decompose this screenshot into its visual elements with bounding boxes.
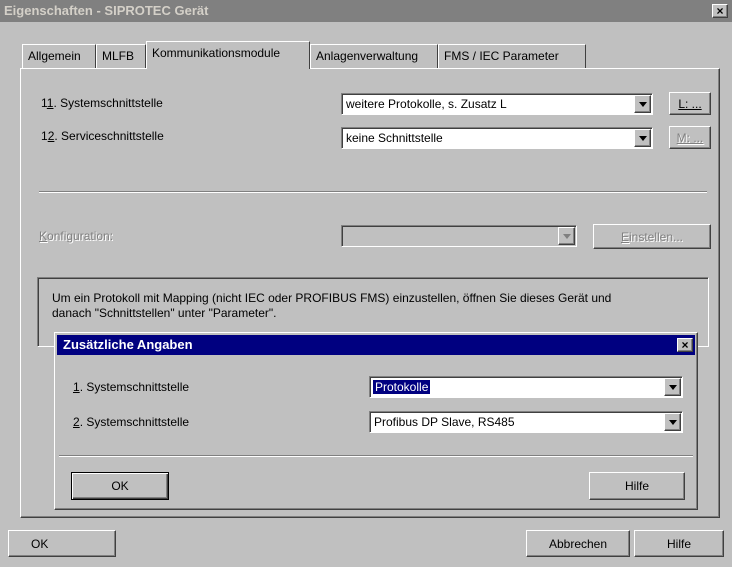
system-interface-label: 11. Systemschnittstelle: [41, 96, 163, 110]
tab-label: MLFB: [102, 49, 135, 63]
service-interface-label: 12. Serviceschnittstelle: [41, 129, 164, 143]
dropdown-button[interactable]: [634, 95, 651, 113]
dialog-system-interface-1-select[interactable]: Protokolle: [369, 376, 683, 398]
additional-info-dialog: Zusätzliche Angaben × 1. Systemschnittst…: [54, 332, 698, 510]
button-label: OK: [31, 536, 49, 551]
dialog-close-button[interactable]: ×: [677, 338, 693, 352]
einstellen-button[interactable]: Einstellen...: [593, 224, 711, 249]
dialog-system-interface-1-value: Protokolle: [371, 379, 432, 395]
tab-anlagenverwaltung[interactable]: Anlagenverwaltung: [310, 44, 438, 68]
configuration-label: Konfiguration:: [39, 229, 114, 243]
button-label: L: ...: [678, 96, 702, 111]
button-label: Abbrechen: [548, 536, 608, 551]
tab-label: Anlagenverwaltung: [316, 49, 419, 63]
button-label: OK: [111, 479, 129, 493]
window-title: Eigenschaften - SIPROTEC Gerät: [4, 3, 209, 18]
close-icon: ×: [716, 4, 724, 18]
title-bar[interactable]: Eigenschaften - SIPROTEC Gerät ×: [0, 0, 732, 22]
tab-mlfb[interactable]: MLFB: [96, 44, 146, 68]
dropdown-button[interactable]: [664, 378, 681, 396]
dialog-system-interface-2-value: Profibus DP Slave, RS485: [374, 415, 515, 429]
dropdown-button[interactable]: [558, 227, 575, 245]
tab-allgemein[interactable]: Allgemein: [22, 44, 96, 68]
properties-window: Eigenschaften - SIPROTEC Gerät × Allgeme…: [0, 0, 732, 567]
dialog-system-interface-2-select[interactable]: Profibus DP Slave, RS485: [369, 411, 683, 433]
window-close-button[interactable]: ×: [712, 4, 728, 18]
dialog-divider: [59, 455, 693, 457]
m-settings-button[interactable]: M: ...: [669, 126, 711, 149]
chevron-down-icon: [669, 385, 677, 390]
system-interface-value: weitere Protokolle, s. Zusatz L: [346, 97, 507, 111]
tab-label: Allgemein: [28, 49, 81, 63]
dropdown-button[interactable]: [664, 413, 681, 431]
dialog-help-button[interactable]: Hilfe: [589, 472, 685, 500]
info-text-line-1: Um ein Protokoll mit Mapping (nicht IEC …: [52, 291, 612, 305]
tab-label: Kommunikationsmodule: [152, 46, 281, 60]
configuration-select[interactable]: [341, 225, 577, 247]
help-button[interactable]: Hilfe: [634, 530, 724, 557]
button-label: M: ...: [676, 130, 704, 145]
dialog-ok-button[interactable]: OK: [71, 472, 169, 500]
divider: [39, 191, 707, 193]
cancel-button[interactable]: Abbrechen: [526, 530, 630, 557]
button-label: Einstellen...: [620, 229, 684, 244]
close-icon: ×: [681, 338, 689, 352]
dialog-title-bar[interactable]: Zusätzliche Angaben ×: [57, 335, 695, 355]
service-interface-select[interactable]: keine Schnittstelle: [341, 127, 653, 149]
chevron-down-icon: [639, 136, 647, 141]
chevron-down-icon: [563, 234, 571, 239]
tab-label: FMS / IEC Parameter: [444, 49, 559, 63]
button-label: Hilfe: [624, 479, 649, 493]
system-interface-select[interactable]: weitere Protokolle, s. Zusatz L: [341, 93, 653, 115]
service-interface-value: keine Schnittstelle: [346, 131, 443, 145]
tab-kommunikationsmodule[interactable]: Kommunikationsmodule: [146, 41, 310, 69]
l-settings-button[interactable]: L: ...: [669, 92, 711, 115]
tab-fms-iec-parameter[interactable]: FMS / IEC Parameter: [438, 44, 586, 68]
dialog-row-2-label: 2. Systemschnittstelle: [73, 415, 190, 429]
chevron-down-icon: [639, 102, 647, 107]
dialog-title: Zusätzliche Angaben: [63, 337, 193, 352]
dialog-row-1-label: 1. Systemschnittstelle: [73, 380, 190, 394]
dropdown-button[interactable]: [634, 129, 651, 147]
ok-button[interactable]: OK: [8, 530, 116, 557]
chevron-down-icon: [669, 420, 677, 425]
button-label: Hilfe: [666, 536, 691, 551]
info-text-line-2: danach "Schnittstellen" unter "Parameter…: [52, 306, 277, 320]
